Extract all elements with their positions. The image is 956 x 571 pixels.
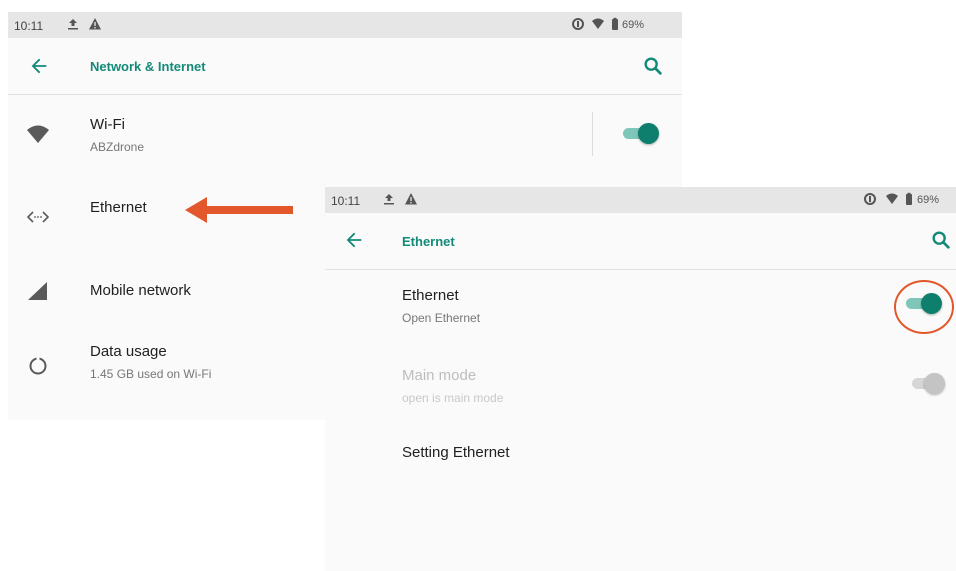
warning-icon bbox=[405, 193, 417, 205]
app-toolbar: Ethernet bbox=[325, 213, 956, 270]
ethernet-setting-title: Ethernet bbox=[402, 287, 459, 304]
battery-icon bbox=[906, 192, 912, 205]
signal-icon bbox=[28, 282, 47, 300]
wifi-status-icon bbox=[886, 193, 898, 204]
wifi-icon bbox=[27, 125, 49, 143]
warning-icon bbox=[89, 18, 101, 30]
setting-ethernet-title: Setting Ethernet bbox=[402, 444, 510, 461]
arrow-left-annotation bbox=[185, 197, 293, 223]
main-mode-title: Main mode bbox=[402, 367, 477, 384]
mobile-network-title: Mobile network bbox=[90, 282, 191, 299]
ethernet-screen: 10:11 69% Ethernet Ethernet Open Etherne… bbox=[325, 187, 956, 571]
ethernet-icon bbox=[26, 211, 50, 223]
upload-icon bbox=[68, 19, 78, 30]
search-icon[interactable] bbox=[642, 55, 664, 77]
arrow-back-icon[interactable] bbox=[343, 229, 365, 251]
status-bar: 10:11 69% bbox=[325, 187, 956, 213]
highlight-circle-annotation bbox=[894, 280, 954, 334]
battery-icon bbox=[612, 17, 618, 30]
battery-level: 69% bbox=[917, 194, 940, 206]
arrow-back-icon[interactable] bbox=[28, 55, 50, 77]
battery-level: 69% bbox=[622, 19, 645, 31]
data-usage-icon bbox=[29, 356, 47, 375]
main-mode-switch bbox=[910, 372, 948, 394]
data-saver-icon bbox=[864, 193, 876, 205]
app-toolbar: Network & Internet bbox=[8, 38, 682, 95]
status-bar: 10:11 69% bbox=[8, 12, 682, 38]
ethernet-setting-subtitle: Open Ethernet bbox=[402, 311, 481, 325]
search-icon[interactable] bbox=[930, 229, 952, 251]
page-title: Network & Internet bbox=[90, 59, 206, 74]
wifi-subtitle: ABZdrone bbox=[90, 140, 145, 154]
data-saver-icon bbox=[572, 18, 584, 30]
data-usage-title: Data usage bbox=[90, 343, 167, 360]
status-time: 10:11 bbox=[331, 194, 361, 208]
wifi-switch[interactable] bbox=[621, 122, 659, 144]
page-title: Ethernet bbox=[402, 234, 455, 249]
status-time: 10:11 bbox=[14, 19, 44, 33]
upload-icon bbox=[384, 194, 394, 205]
main-mode-subtitle: open is main mode bbox=[402, 391, 504, 405]
data-usage-subtitle: 1.45 GB used on Wi-Fi bbox=[90, 367, 212, 381]
divider bbox=[592, 112, 593, 156]
ethernet-title: Ethernet bbox=[90, 199, 147, 216]
wifi-status-icon bbox=[592, 18, 604, 29]
wifi-title: Wi-Fi bbox=[90, 116, 125, 133]
